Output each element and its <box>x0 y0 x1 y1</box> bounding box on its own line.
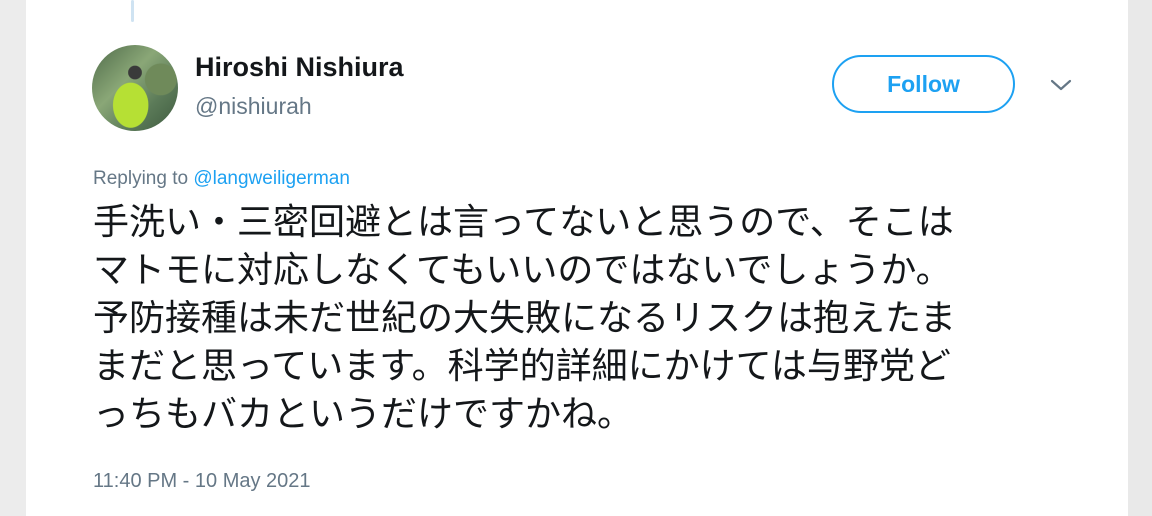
tweet-text-line: 予防接種は未だ世紀の大失敗になるリスクは抱えたま <box>93 298 956 339</box>
chevron-down-icon[interactable] <box>1048 72 1074 98</box>
author-display-name[interactable]: Hiroshi Nishiura <box>195 52 404 83</box>
tweet-text: 手洗い・三密回避とは言ってないと思うので、そこは マトモに対応しなくてもいいので… <box>93 199 1093 439</box>
left-background <box>0 0 26 516</box>
author-handle[interactable]: @nishiurah <box>195 93 312 120</box>
tweet-card: Hiroshi Nishiura @nishiurah Follow Reply… <box>26 0 1128 516</box>
replying-to-label: Replying to <box>93 168 189 189</box>
tweet-text-line: まだと思っています。科学的詳細にかけては与野党ど <box>93 346 951 387</box>
tweet-text-line: 手洗い・三密回避とは言ってないと思うので、そこは <box>93 202 954 243</box>
replying-to: Replying to @langweiligerman <box>93 168 350 190</box>
avatar[interactable] <box>92 45 178 131</box>
tweet-text-line: マトモに対応しなくてもいいのではないでしょうか。 <box>93 250 952 291</box>
tweet-text-line: っちもバカというだけですかね。 <box>93 394 634 435</box>
follow-button[interactable]: Follow <box>832 55 1015 113</box>
reply-target-link[interactable]: @langweiligerman <box>193 168 350 189</box>
right-background <box>1128 0 1152 516</box>
tweet-timestamp[interactable]: 11:40 PM - 10 May 2021 <box>93 470 311 493</box>
thread-connector-line <box>131 0 134 22</box>
